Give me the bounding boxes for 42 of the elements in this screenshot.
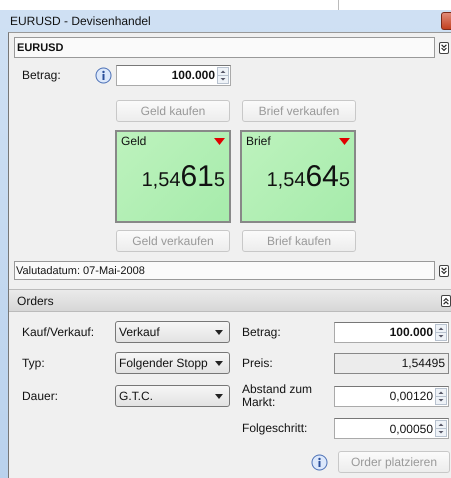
caret-icon bbox=[215, 394, 223, 398]
chevron-icon bbox=[440, 266, 448, 276]
chevron-icon bbox=[442, 296, 450, 306]
collapse-toggle[interactable] bbox=[439, 264, 449, 276]
quote-price: 1,54645 bbox=[266, 160, 350, 194]
quote-tile[interactable]: Geld 1,54615 bbox=[115, 130, 231, 223]
amount-field[interactable]: 100.000 bbox=[116, 64, 231, 86]
price-field: 1,54495 bbox=[334, 352, 449, 374]
chevron-icon bbox=[440, 42, 448, 52]
field-label: Kauf/Verkauf: bbox=[22, 326, 96, 338]
amount-field[interactable]: 0,00120 bbox=[334, 386, 449, 406]
field-label: Typ: bbox=[22, 356, 46, 370]
section-title: Orders bbox=[17, 294, 54, 308]
dropdown[interactable]: Verkauf bbox=[115, 321, 230, 343]
field-label: Dauer: bbox=[22, 390, 60, 402]
quote-tile[interactable]: Brief 1,54645 bbox=[240, 130, 356, 223]
spin-buttons[interactable] bbox=[435, 420, 447, 437]
spin-buttons[interactable] bbox=[435, 324, 447, 340]
dropdown[interactable]: G.T.C. bbox=[115, 385, 230, 407]
close-button[interactable] bbox=[441, 12, 451, 30]
info-icon bbox=[311, 454, 328, 470]
amount-field[interactable]: 0,00050 bbox=[334, 418, 449, 439]
field-label: Abstand zum Markt: bbox=[241, 383, 314, 409]
dropdown[interactable]: Folgender Stopp bbox=[115, 352, 230, 374]
quote-price: 1,54615 bbox=[140, 160, 225, 194]
info-icon bbox=[95, 66, 112, 84]
field-label: Betrag: bbox=[22, 68, 62, 82]
collapse-toggle[interactable] bbox=[439, 42, 449, 54]
collapse-toggle[interactable] bbox=[441, 294, 451, 306]
value-date: Valutadatum: 07-Mai-2008 bbox=[16, 264, 145, 276]
quote-label: Brief bbox=[246, 134, 271, 148]
caret-icon bbox=[215, 330, 223, 334]
field-label: Folgeschritt: bbox=[241, 422, 308, 435]
field-label: Preis: bbox=[241, 356, 274, 370]
quote-label: Geld bbox=[121, 134, 146, 148]
window-title: EURUSD - Devisenhandel bbox=[10, 14, 151, 28]
field-label: Betrag: bbox=[241, 326, 282, 338]
spin-buttons[interactable] bbox=[435, 388, 447, 404]
instrument-name: EURUSD bbox=[17, 42, 64, 54]
caret-icon bbox=[215, 360, 223, 366]
amount-field[interactable]: 100.000 bbox=[334, 322, 449, 342]
spin-buttons[interactable] bbox=[217, 66, 229, 84]
